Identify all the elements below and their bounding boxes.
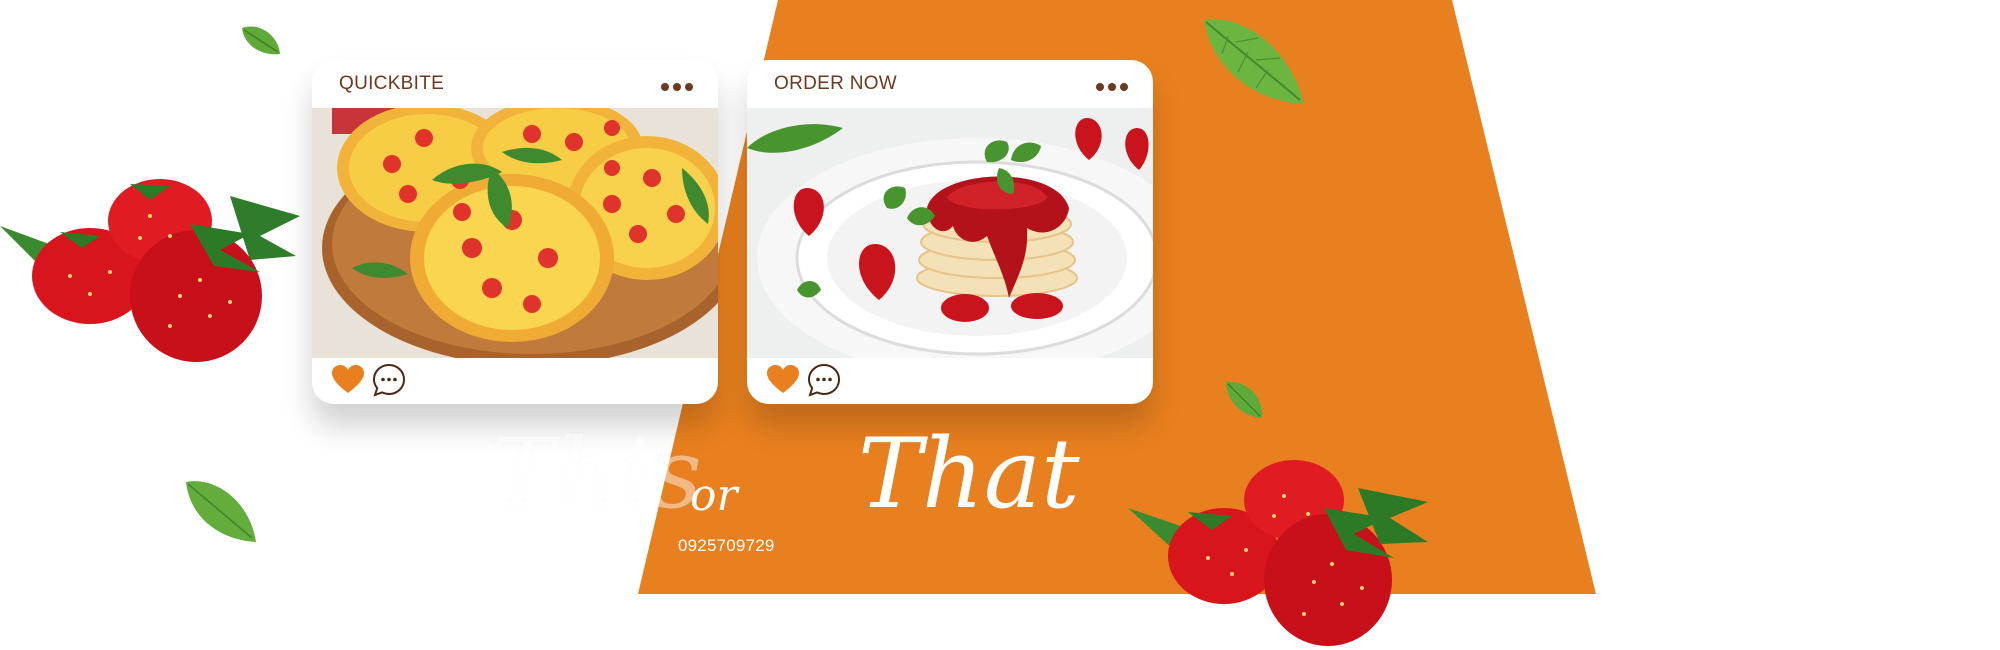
strawberry-pancakes-photo[interactable]: [747, 108, 1153, 358]
comment-icon[interactable]: [372, 363, 406, 397]
card-actions: [332, 363, 432, 397]
mint-leaf-icon: [242, 26, 280, 55]
phone-number: 0925709729: [678, 536, 775, 555]
card-title: ORDER NOW: [774, 73, 898, 94]
mini-pizzas-photo[interactable]: [312, 108, 718, 358]
heart-icon[interactable]: [332, 365, 364, 395]
card-title: QUICKBITE: [339, 73, 445, 94]
mint-leaf-icon: [186, 481, 256, 542]
mint-leaf-icon: [1226, 381, 1263, 418]
headline-word-this: This: [490, 418, 704, 530]
more-dots-icon[interactable]: [1095, 82, 1129, 92]
more-dots-icon[interactable]: [660, 82, 694, 92]
social-post-card-quickbite[interactable]: QUICKBITE: [312, 60, 718, 404]
headline-word-that: That: [858, 418, 1080, 530]
strawberries-cluster-right: [1128, 460, 1428, 646]
comment-icon[interactable]: [807, 363, 841, 397]
headline-word-or: or: [690, 470, 738, 521]
social-post-card-order-now[interactable]: ORDER NOW: [747, 60, 1153, 404]
heart-icon[interactable]: [767, 365, 799, 395]
poster-canvas: QUICKBITE ORDER NOW This or That 0925709…: [0, 0, 2000, 650]
card-header: ORDER NOW: [747, 60, 1153, 108]
mint-leaf-icon: [1204, 19, 1304, 104]
card-actions: [767, 363, 867, 397]
card-header: QUICKBITE: [312, 60, 718, 108]
strawberries-cluster-left: [0, 179, 300, 362]
